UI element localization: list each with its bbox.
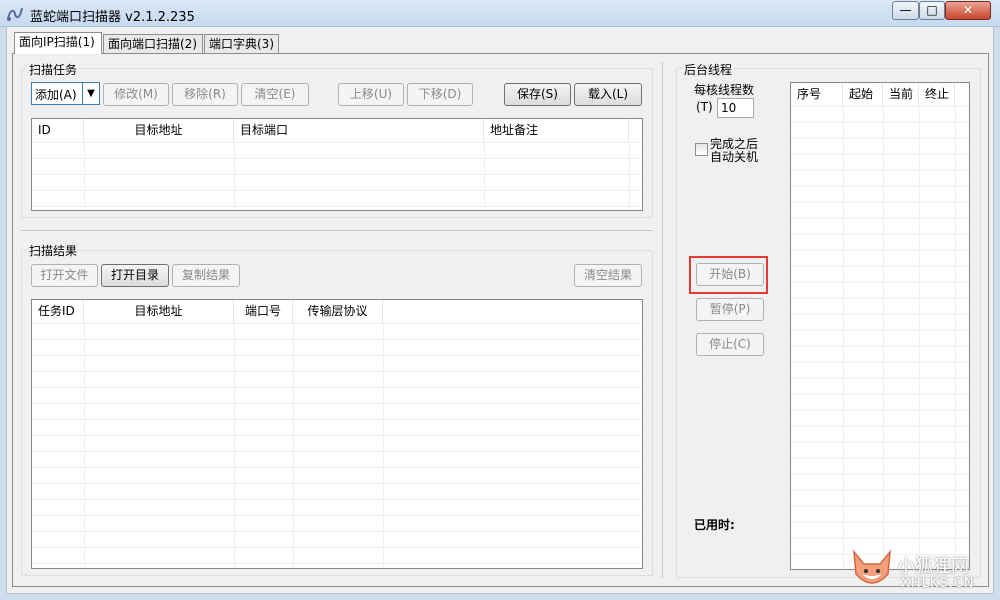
task-col-address[interactable]: 目标地址 — [84, 119, 234, 142]
threads-hotkey-label: (T) — [696, 100, 713, 114]
copy-result-button[interactable]: 复制结果 — [172, 264, 240, 287]
save-button[interactable]: 保存(S) — [504, 83, 571, 106]
thread-col-end[interactable]: 终止 — [919, 83, 955, 106]
result-grid-line — [293, 323, 294, 568]
result-col-port[interactable]: 端口号 — [234, 300, 293, 323]
auto-shutdown-label: 完成之后 自动关机 — [710, 138, 758, 164]
result-grid-line — [84, 323, 85, 568]
task-grid-line — [84, 142, 85, 210]
threads-per-core-label: 每核线程数 — [694, 83, 755, 97]
move-up-button[interactable]: 上移(U) — [338, 83, 404, 106]
elapsed-time-label: 已用时: — [694, 518, 735, 532]
result-grid-line — [234, 323, 235, 568]
task-list[interactable]: ID 目标地址 目标端口 地址备注 — [31, 118, 643, 211]
task-list-rows — [32, 142, 642, 210]
remove-button[interactable]: 移除(R) — [172, 83, 238, 106]
scan-result-title: 扫描结果 — [27, 242, 80, 259]
add-combo-label: 添加(A) — [35, 88, 77, 102]
minimize-button[interactable]: — — [892, 1, 919, 20]
result-col-protocol[interactable]: 传输层协议 — [293, 300, 383, 323]
watermark-text-en: XHLKS.CN — [901, 576, 975, 591]
thread-col-start[interactable]: 起始 — [843, 83, 883, 106]
task-col-port[interactable]: 目标端口 — [234, 119, 484, 142]
pause-button[interactable]: 暂停(P) — [696, 298, 764, 321]
result-grid-line — [383, 323, 384, 568]
add-combo[interactable]: 添加(A) ▼ — [31, 82, 100, 105]
task-grid-line — [234, 142, 235, 210]
load-button[interactable]: 载入(L) — [574, 83, 642, 106]
app-icon — [6, 5, 24, 22]
scan-task-title: 扫描任务 — [27, 61, 80, 78]
open-dir-button[interactable]: 打开目录 — [101, 264, 169, 287]
maximize-button[interactable]: □ — [919, 1, 945, 20]
result-col-task-id[interactable]: 任务ID — [32, 300, 84, 323]
fox-logo-icon — [848, 548, 896, 592]
watermark-text-cn: 小狐狸网 — [897, 556, 969, 577]
chevron-down-icon[interactable]: ▼ — [82, 83, 99, 104]
auto-shutdown-label-line2: 自动关机 — [710, 150, 759, 164]
thread-grid-line — [919, 106, 920, 569]
auto-shutdown-checkbox[interactable] — [695, 143, 708, 156]
stop-button[interactable]: 停止(C) — [696, 333, 764, 356]
tab-port-scan[interactable]: 面向端口扫描(2) — [103, 34, 203, 53]
background-threads-title: 后台线程 — [682, 61, 735, 78]
thread-grid-line — [883, 106, 884, 569]
clear-result-button[interactable]: 清空结果 — [574, 264, 642, 287]
start-button[interactable]: 开始(B) — [696, 263, 764, 286]
thread-list-header: 序号 起始 当前 终止 — [791, 83, 969, 107]
task-col-note[interactable]: 地址备注 — [484, 119, 629, 142]
task-grid-line — [629, 142, 630, 210]
threads-per-core-input[interactable]: 10 — [717, 98, 754, 118]
result-list[interactable]: 任务ID 目标地址 端口号 传输层协议 — [31, 299, 643, 569]
thread-grid-line — [843, 106, 844, 569]
thread-list-rows — [791, 106, 969, 569]
thread-grid-line — [955, 106, 956, 569]
close-button[interactable]: ✕ — [945, 1, 991, 20]
thread-list[interactable]: 序号 起始 当前 终止 — [790, 82, 970, 570]
task-list-header: ID 目标地址 目标端口 地址备注 — [32, 119, 642, 143]
thread-col-current[interactable]: 当前 — [883, 83, 919, 106]
pane-divider — [662, 62, 663, 578]
task-grid-line — [484, 142, 485, 210]
task-col-id[interactable]: ID — [32, 119, 84, 142]
splitter[interactable] — [21, 230, 653, 231]
thread-col-index[interactable]: 序号 — [791, 83, 843, 106]
edit-button[interactable]: 修改(M) — [103, 83, 169, 106]
result-col-address[interactable]: 目标地址 — [84, 300, 234, 323]
clear-button[interactable]: 清空(E) — [241, 83, 309, 106]
move-down-button[interactable]: 下移(D) — [407, 83, 473, 106]
tab-ip-scan[interactable]: 面向IP扫描(1) — [14, 32, 102, 54]
result-list-rows — [32, 323, 642, 568]
result-list-header: 任务ID 目标地址 端口号 传输层协议 — [32, 300, 642, 324]
open-file-button[interactable]: 打开文件 — [31, 264, 98, 287]
tab-port-dict[interactable]: 端口字典(3) — [204, 34, 279, 53]
window-title: 蓝蛇端口扫描器 v2.1.2.235 — [30, 10, 195, 25]
